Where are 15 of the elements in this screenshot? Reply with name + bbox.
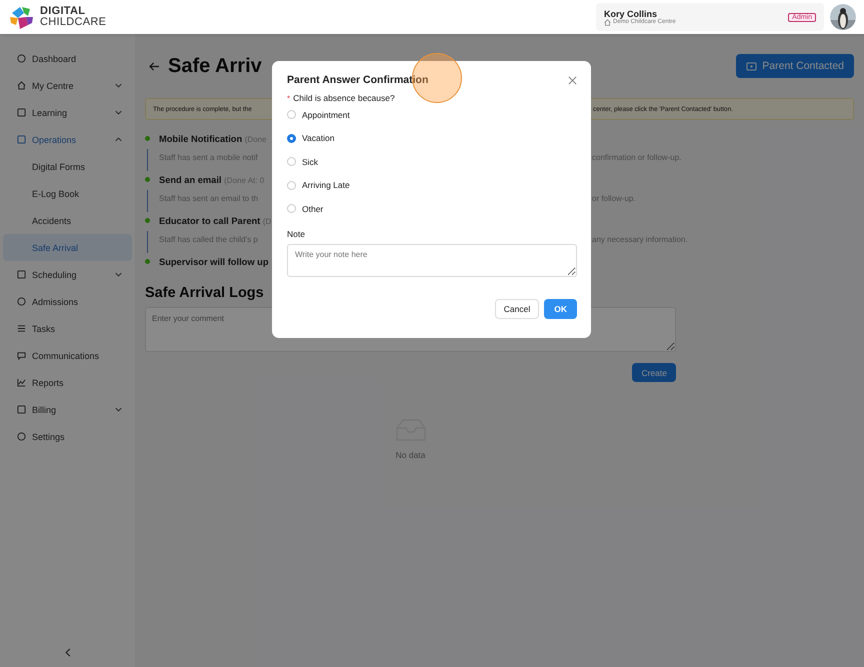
step-title: Supervisor will follow up (159, 256, 269, 266)
step-description: or follow-up. (592, 194, 637, 203)
user-name: Kory Collins (604, 8, 658, 18)
step-description: confirmation or follow-up. (592, 153, 682, 162)
required-mark: * (287, 94, 290, 102)
question-label: Child is absence because? (293, 93, 395, 103)
section-title: Safe Arrival Logs (145, 285, 265, 301)
logo-text: DIGITAL CHILDCARE (40, 6, 106, 28)
step-description: any necessary information. (592, 235, 689, 244)
step-description: Staff has called the child's p (158, 235, 258, 244)
step-description: Staff has sent a mobile notif (158, 153, 258, 162)
page-title: Safe Arriv (168, 54, 262, 78)
note-label: Note (287, 228, 306, 238)
step-description: Staff has sent an email to th (158, 194, 258, 203)
empty-text: No data (396, 450, 426, 460)
